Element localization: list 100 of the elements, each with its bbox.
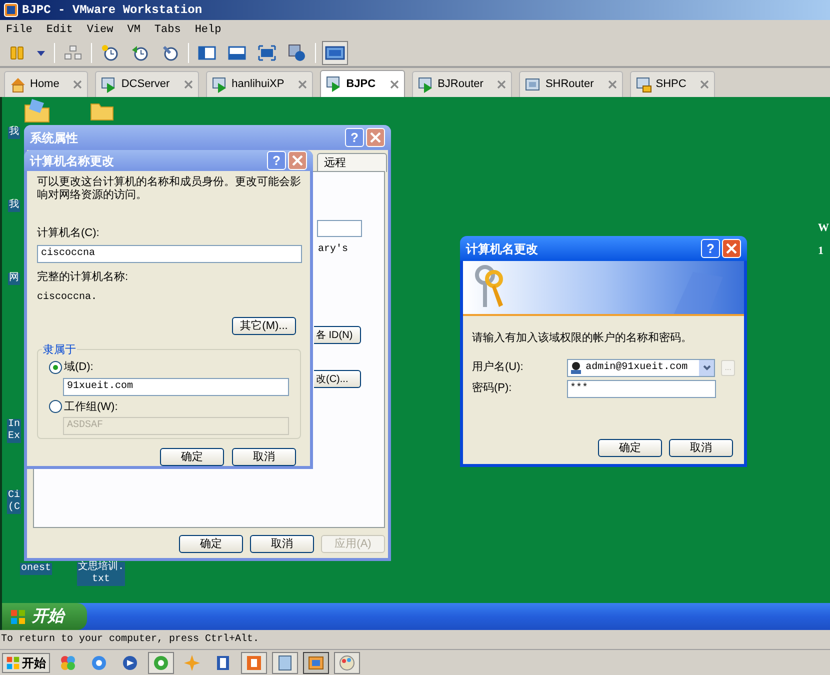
dialog-button[interactable]: 取消	[232, 448, 296, 466]
icon-label: 网	[8, 273, 20, 285]
dialog-title: 系统属性	[30, 130, 79, 146]
prompt-text: 请输入有加入该域权限的帐户的名称和密码。	[472, 330, 693, 346]
computer-name-field[interactable]: ciscoccna	[37, 244, 302, 262]
close-icon[interactable]	[390, 80, 399, 88]
cut-off-text: W	[818, 221, 829, 236]
field-label: 用户名(U):	[472, 360, 524, 376]
menu-item[interactable]: Edit	[46, 22, 73, 38]
username-combo[interactable]: admin@91xueit.com	[566, 358, 716, 376]
documents-folder-icon	[24, 99, 50, 123]
vm-running-icon	[326, 76, 342, 92]
menu-item[interactable]: View	[86, 22, 114, 38]
taskbar-button[interactable]	[241, 652, 267, 674]
tab[interactable]: SHPC	[630, 71, 716, 97]
tab[interactable]: SHRouter	[519, 71, 623, 97]
tab[interactable]: hanlihuiXP	[206, 71, 314, 97]
vm-running-icon	[418, 76, 434, 92]
domain-field[interactable]: 91xueit.com	[63, 378, 289, 396]
taskbar-button[interactable]	[148, 652, 174, 674]
more-button[interactable]: 其它(M)...	[232, 317, 296, 335]
dialog-button[interactable]: 取消	[669, 438, 733, 456]
close-icon[interactable]	[608, 80, 617, 89]
dialog-button[interactable]: 取消	[250, 535, 314, 553]
menu-item[interactable]: File	[6, 22, 32, 38]
field-label: 计算机名(C):	[37, 226, 100, 241]
palette-icon	[338, 654, 356, 672]
user-icon	[570, 361, 582, 374]
icon-label: onest	[20, 563, 52, 575]
tab[interactable]: BJRouter	[412, 71, 512, 97]
tab[interactable]: DCServer	[95, 71, 199, 97]
dialog-button[interactable]: 确定	[160, 448, 224, 466]
close-icon[interactable]	[497, 80, 506, 89]
dialog-title: 计算机名更改	[466, 240, 539, 258]
icon-label: 文思培训. txt	[77, 562, 126, 586]
dialog-title: 计算机名称更改	[30, 152, 115, 170]
window-title: BJPC - VMware Workstation	[22, 2, 202, 19]
app-icon	[59, 654, 77, 672]
field-label: 完整的计算机名称:	[37, 270, 130, 284]
caret-icon	[37, 50, 45, 56]
tab-label: SHPC	[656, 77, 686, 92]
dropdown-button[interactable]	[699, 360, 714, 376]
vm-running-icon	[212, 76, 228, 92]
toolbar-button[interactable]	[322, 41, 348, 65]
pause-icon	[9, 45, 25, 61]
star-icon	[183, 654, 201, 672]
start-button[interactable]: 开始	[2, 603, 87, 630]
clock-icon	[101, 44, 119, 62]
close-button[interactable]	[366, 128, 385, 147]
radio-label: 工作组(W):	[64, 400, 118, 414]
menu-item[interactable]: VM	[127, 22, 140, 38]
username-text: admin@91xueit.com	[586, 360, 689, 375]
help-button[interactable]: ?	[701, 239, 720, 258]
app-icon	[4, 3, 18, 17]
tab[interactable]: 远程	[317, 153, 387, 172]
radio-label: 域(D):	[64, 360, 94, 375]
caret-icon	[702, 364, 711, 370]
slides-icon	[245, 654, 263, 672]
dialog-button[interactable]: 改(C)...	[314, 370, 361, 388]
menu-item[interactable]: Tabs	[154, 22, 181, 38]
taskbar-button[interactable]	[303, 652, 329, 674]
tab[interactable]: BJPC	[320, 70, 405, 97]
tab[interactable]: Home	[4, 71, 88, 97]
close-icon[interactable]	[73, 80, 82, 89]
vm-icon	[525, 76, 542, 92]
tab-label: BJPC	[346, 76, 376, 92]
description-text: 可以更改这台计算机的名称和成员身份。更改可能会影响对网络资源的访问。	[37, 176, 302, 202]
dialog-button[interactable]: 各 ID(N)	[314, 326, 361, 344]
full-name-text: ciscoccna.	[37, 290, 98, 305]
close-icon	[370, 132, 381, 143]
password-field[interactable]: ***	[567, 380, 716, 398]
tab-label: SHRouter	[545, 77, 594, 92]
dialog-button[interactable]: 确定	[598, 438, 662, 456]
dialog-button[interactable]: 确定	[179, 535, 243, 553]
fullscreen-icon	[258, 45, 276, 61]
taskbar-button[interactable]	[334, 652, 360, 674]
windows-logo-icon	[10, 608, 26, 624]
icon-label: In Ex	[7, 419, 22, 443]
close-button[interactable]	[288, 151, 307, 170]
close-icon[interactable]	[184, 80, 193, 89]
close-button[interactable]	[722, 239, 741, 258]
tab-label: BJRouter	[438, 77, 484, 92]
menu-item[interactable]: Help	[194, 22, 222, 38]
start-label: 开始	[32, 606, 64, 626]
windows-logo-icon	[6, 656, 20, 670]
radio-button[interactable]	[49, 360, 62, 374]
taskbar-button[interactable]	[272, 652, 298, 674]
close-icon	[726, 243, 737, 254]
clock-icon	[161, 44, 179, 62]
tab-label: hanlihuiXP	[232, 77, 284, 92]
status-bar: To return to your computer, press Ctrl+Alt.	[0, 630, 830, 650]
start-button[interactable]: 开始	[2, 652, 50, 672]
close-icon[interactable]	[298, 80, 308, 89]
vm-running-icon	[101, 76, 118, 92]
cut-off-text: 1	[818, 244, 824, 258]
partial-text: ary's	[318, 242, 348, 257]
icon-label: 我	[8, 200, 20, 212]
close-icon[interactable]	[700, 80, 710, 89]
folder-icon	[90, 101, 114, 121]
media-icon	[121, 654, 139, 672]
